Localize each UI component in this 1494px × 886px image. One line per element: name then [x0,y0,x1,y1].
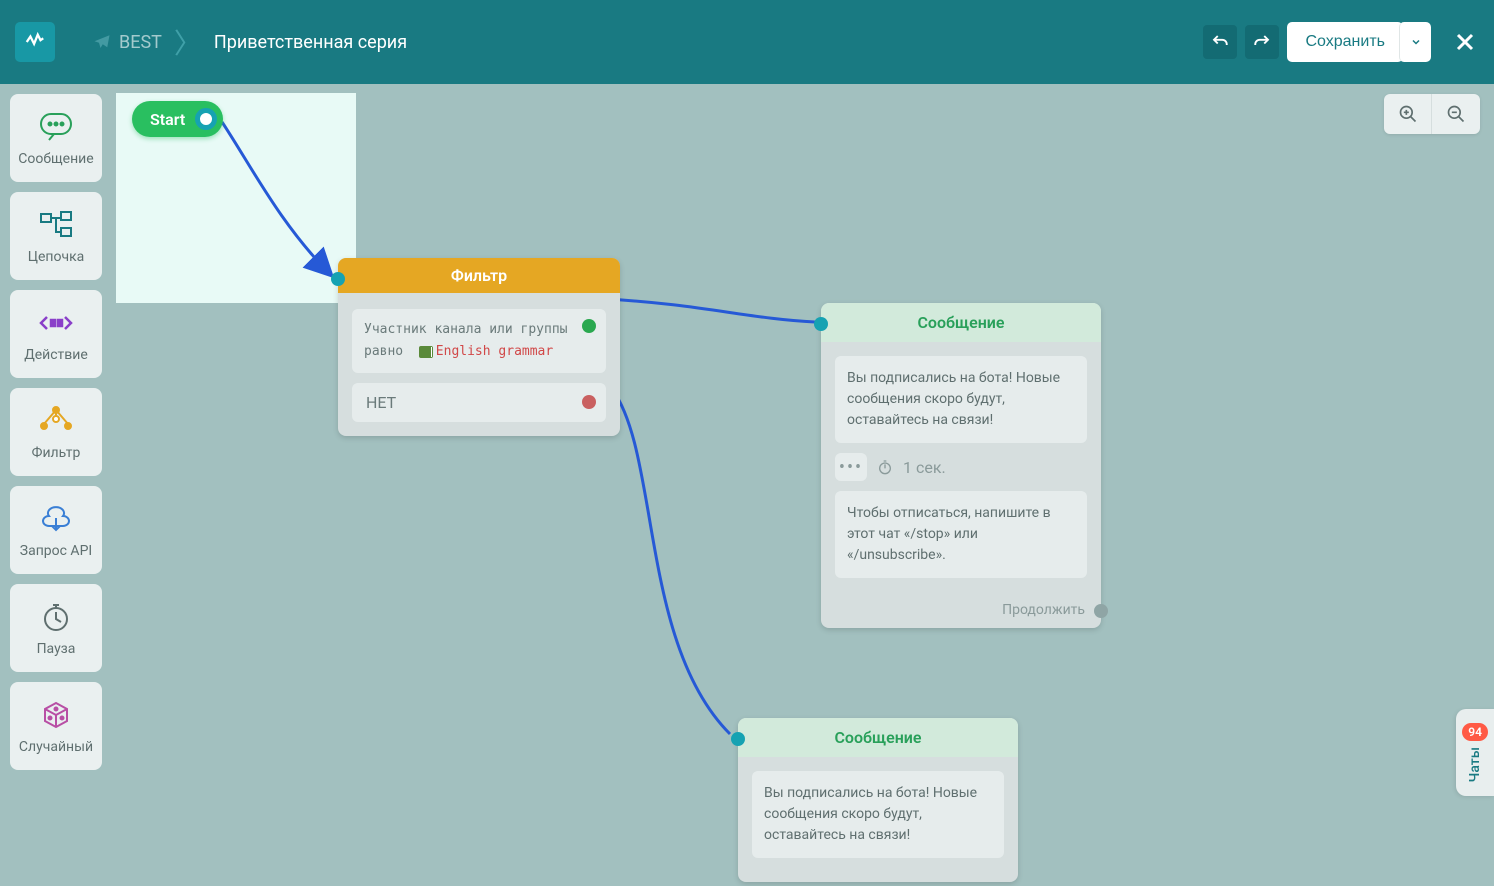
breadcrumb-flow[interactable]: Приветственная серия [196,32,425,53]
zoom-in-button[interactable] [1384,94,1432,134]
tool-message[interactable]: Сообщение [10,94,102,182]
tool-label: Пауза [37,641,76,657]
redo-button[interactable] [1245,25,1279,59]
app-header: BEST 〉 Приветственная серия Сохранить [0,0,1494,84]
continue-label: Продолжить [1002,602,1085,618]
zoom-controls [1384,94,1480,134]
typing-icon: ••• [835,453,867,481]
tool-label: Сообщение [18,151,93,167]
chain-icon [39,210,73,240]
chat-sidebar-tab[interactable]: 94 Чаты [1456,709,1494,796]
message2-input-port[interactable] [731,732,745,746]
redo-icon [1253,33,1271,51]
message1-continue[interactable]: Продолжить [821,602,1101,628]
undo-icon [1211,33,1229,51]
filter-node[interactable]: Фильтр Участник канала или группы равно … [338,258,620,436]
logo-button[interactable] [15,22,55,62]
tool-random[interactable]: Случайный [10,682,102,770]
message1-header: Сообщение [821,303,1101,342]
message2-bubble1[interactable]: Вы подписались на бота! Новые сообщения … [752,771,1004,858]
delay-text: 1 сек. [903,458,946,477]
zoom-in-icon [1398,104,1418,124]
message-node-2[interactable]: Сообщение Вы подписались на бота! Новые … [738,718,1018,882]
filter-header: Фильтр [338,258,620,293]
tool-label: Запрос API [20,543,92,559]
tool-label: Случайный [19,739,93,755]
message1-output-port[interactable] [1094,604,1108,618]
undo-button[interactable] [1203,25,1237,59]
tool-label: Действие [24,347,88,363]
filter-no-branch[interactable]: НЕТ [352,383,606,422]
message1-input-port[interactable] [814,317,828,331]
node-toolbar: Сообщение Цепочка Действие Фильтр Запрос… [10,94,102,770]
tool-api[interactable]: Запрос API [10,486,102,574]
no-label: НЕТ [366,393,396,412]
chat-label: Чаты [1467,747,1483,782]
zoom-out-button[interactable] [1432,94,1480,134]
stopwatch-icon [877,459,893,475]
condition-line1: Участник канала или группы [364,319,594,341]
start-output-port[interactable] [195,108,217,130]
filter-no-port[interactable] [582,395,596,409]
dice-icon [41,700,71,730]
zoom-out-icon [1446,104,1466,124]
message-node-1[interactable]: Сообщение Вы подписались на бота! Новые … [821,303,1101,628]
tool-label: Фильтр [32,445,81,461]
breadcrumb-bot[interactable]: BEST [75,32,180,53]
telegram-icon [93,33,111,51]
filter-condition[interactable]: Участник канала или группы равно English… [352,309,606,373]
condition-value: English grammar [436,344,553,359]
tool-filter[interactable]: Фильтр [10,388,102,476]
filter-input-port[interactable] [331,272,345,286]
chat-count-badge: 94 [1462,723,1488,741]
start-node[interactable]: Start [132,101,223,137]
action-icon [39,311,73,335]
chevron-down-icon [1410,36,1422,48]
message1-delay[interactable]: ••• 1 сек. [835,453,1087,481]
message1-bubble1[interactable]: Вы подписались на бота! Новые сообщения … [835,356,1087,443]
start-label: Start [150,110,185,129]
breadcrumb: BEST 〉 Приветственная серия [75,22,425,62]
close-button[interactable] [1451,28,1479,56]
close-icon [1453,30,1477,54]
header-actions: Сохранить [1203,22,1479,62]
pause-icon [41,602,71,632]
tool-label: Цепочка [28,249,85,265]
tool-pause[interactable]: Пауза [10,584,102,672]
filter-icon [39,406,73,436]
save-dropdown[interactable] [1399,22,1431,62]
message2-header: Сообщение [738,718,1018,757]
api-icon [39,504,73,534]
condition-operator: равно [364,344,403,359]
flow-name: Приветственная серия [214,32,407,53]
tool-chain[interactable]: Цепочка [10,192,102,280]
tool-action[interactable]: Действие [10,290,102,378]
book-icon [419,346,433,358]
message1-bubble2[interactable]: Чтобы отписаться, напишите в этот чат «/… [835,491,1087,578]
bot-name: BEST [119,32,162,53]
filter-yes-port[interactable] [582,319,596,333]
message-icon [39,112,73,142]
save-button[interactable]: Сохранить [1287,22,1403,62]
flow-canvas[interactable]: Start Фильтр Участник канала или группы … [0,84,1494,886]
